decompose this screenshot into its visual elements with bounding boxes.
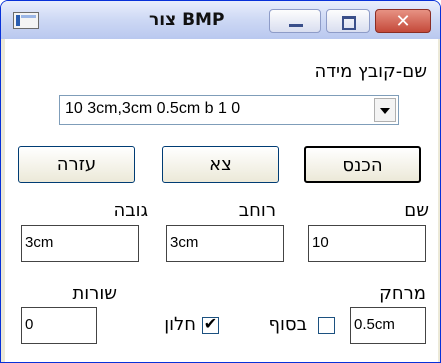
exit-button[interactable]: צא [162,146,279,183]
close-button[interactable]: ✕ [375,9,431,33]
maximize-button[interactable] [326,9,370,33]
help-button[interactable]: עזרה [18,146,135,183]
title-bar[interactable]: BMP צור ✕ [1,1,440,39]
filename-combobox[interactable]: 10 3cm,3cm 0.5cm b 1 0 [59,95,399,125]
rows-value: 0 [25,316,34,333]
width-value: 3cm [170,234,199,251]
insert-button[interactable]: הכנס [304,146,421,183]
spacing-field[interactable]: 0.5cm [350,307,426,344]
close-icon: ✕ [395,11,411,32]
create-bmp-dialog: BMP צור ✕ שם-קובץ מידה 10 3cm,3cm 0.5cm … [0,0,441,363]
spacing-label: מרחק [379,283,426,304]
checkmark-icon: ✔ [203,314,218,333]
minimize-button[interactable] [269,9,321,33]
at-end-label: בסוף [268,314,307,335]
height-label: גובה [113,200,149,221]
chevron-down-icon[interactable] [374,98,396,122]
filename-label: שם-קובץ מידה [314,61,427,82]
width-label: רוחב [238,200,276,221]
name-value: 10 [312,234,329,251]
width-field[interactable]: 3cm [166,225,284,262]
filename-value: 10 3cm,3cm 0.5cm b 1 0 [65,100,241,117]
height-value: 3cm [25,234,54,251]
name-label: שם [404,200,429,221]
window-system-icon[interactable] [13,12,39,29]
window-title: BMP צור [149,10,225,30]
window-checkbox[interactable]: ✔ [202,314,219,334]
rows-label: שורות [72,283,117,304]
name-field[interactable]: 10 [308,225,426,262]
spacing-value: 0.5cm [354,316,395,333]
height-field[interactable]: 3cm [21,225,139,262]
rows-field[interactable]: 0 [21,307,97,344]
window-label: חלון [164,314,196,335]
at-end-checkbox[interactable] [318,317,335,334]
